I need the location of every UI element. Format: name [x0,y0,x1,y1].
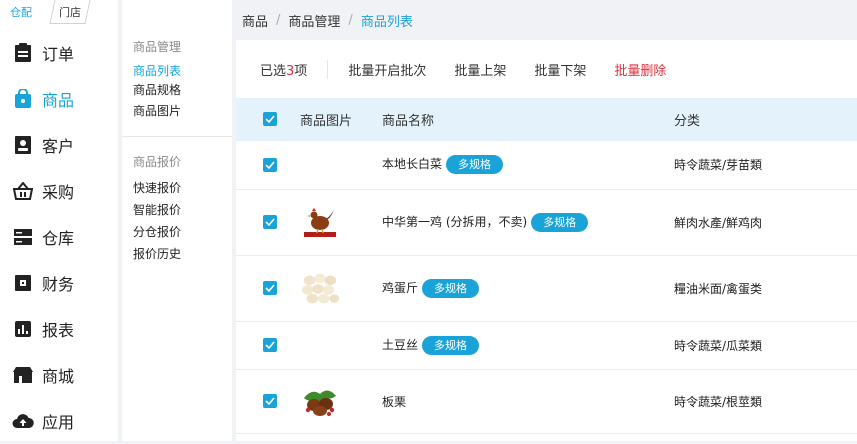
product-category: 鮮肉水產/鮮鸡肉 [674,189,857,256]
product-name[interactable]: 鸡蛋斤 [382,281,418,295]
batch-enable-batch-button[interactable]: 批量开启批次 [348,60,426,79]
selected-count: 已选3项 [260,59,329,79]
subnav-group-title: 商品报价 [133,155,182,169]
subnav-item-quick-quote[interactable]: 快速报价 [122,177,232,199]
subnav-item-product-image[interactable]: 商品图片 [122,100,232,122]
multi-spec-badge[interactable]: 多规格 [422,335,480,355]
subnav-item-smart-quote[interactable]: 智能报价 [122,199,232,221]
batch-unlist-button[interactable]: 批量下架 [534,60,586,79]
breadcrumb-product-management[interactable]: 商品管理 [288,11,340,30]
wallet-icon [12,272,34,294]
nav-reports-label: 报表 [42,321,75,340]
main-sidebar: 仓配 门店 订单 商品 客户 采购 仓库 财务 报表 商城 应用 [0,0,118,441]
nav-finance[interactable]: 财务 [0,260,118,306]
subnav-item-warehouse-quote[interactable]: 分仓报价 [122,221,232,243]
nav-mall-label: 商城 [42,367,75,386]
chestnut-image [300,381,340,421]
product-name[interactable]: 本地长白菜 [382,157,442,171]
subnav-group-title: 商品管理 [133,40,182,54]
content-panel: 已选3项 批量开启批次 批量上架 批量下架 批量删除 商品图片 商品名称 分类 [236,40,857,441]
table-row[interactable]: 本地长白菜 多规格 時令蔬菜/芽苗類 [236,141,857,190]
nav-apps[interactable]: 应用 [0,398,118,444]
product-table: 商品图片 商品名称 分类 本地长白菜 多规格 時令蔬菜/芽苗類 中华第一鸡 (分… [236,98,857,434]
server-icon [12,226,34,248]
nav-warehouse[interactable]: 仓库 [0,214,118,260]
multi-spec-badge[interactable]: 多规格 [446,155,504,175]
nav-warehouse-label: 仓库 [42,229,75,248]
sub-sidebar: 商品管理 商品列表 商品规格 商品图片 商品报价 快速报价 智能报价 分仓报价 … [122,0,232,441]
nav-orders[interactable]: 订单 [0,30,118,76]
subnav-item-product-spec[interactable]: 商品规格 [122,79,232,101]
nav-purchase-label: 采购 [42,183,75,202]
selected-prefix: 已选 [260,63,287,79]
nav-apps-label: 应用 [42,413,75,432]
product-name[interactable]: 板栗 [382,395,406,409]
nav-customers[interactable]: 客户 [0,122,118,168]
multi-spec-badge[interactable]: 多规格 [531,212,589,232]
header-image: 商品图片 [300,114,353,129]
subnav-item-quote-history[interactable]: 报价历史 [122,243,232,265]
product-category: 時令蔬菜/瓜菜類 [674,321,857,370]
nav-customers-label: 客户 [42,137,75,156]
header-category: 分类 [674,114,701,129]
multi-spec-badge[interactable]: 多规格 [422,278,480,298]
product-name[interactable]: 土豆丝 [382,338,418,352]
product-category: 糧油米面/禽蛋类 [674,255,857,322]
batch-delete-button[interactable]: 批量删除 [614,60,666,79]
select-all-checkbox[interactable] [263,112,277,126]
row-checkbox[interactable] [263,394,277,408]
nav-reports[interactable]: 报表 [0,306,118,352]
breadcrumb-current: 商品列表 [360,14,413,30]
tab-warehouse[interactable]: 仓配 [4,0,38,23]
row-checkbox[interactable] [263,338,277,352]
table-header-row: 商品图片 商品名称 分类 [236,98,857,141]
bar-chart-icon [12,318,34,340]
nav-mall[interactable]: 商城 [0,352,118,398]
header-name: 商品名称 [382,114,435,129]
batch-list-button[interactable]: 批量上架 [454,60,506,79]
breadcrumb-products[interactable]: 商品 [242,11,268,30]
main-area: 商品 / 商品管理 / 商品列表 已选3项 批量开启批次 批量上架 批量下架 批… [236,0,857,441]
breadcrumb: 商品 / 商品管理 / 商品列表 [236,0,857,40]
row-checkbox[interactable] [263,281,277,295]
table-row[interactable]: 土豆丝 多规格 時令蔬菜/瓜菜類 [236,321,857,370]
row-checkbox[interactable] [263,157,277,172]
nav-finance-label: 财务 [42,275,75,294]
product-category: 時令蔬菜/根莖類 [674,369,857,434]
nav-products[interactable]: 商品 [0,76,118,122]
subnav-divider [122,136,232,137]
basket-icon [12,180,34,202]
top-tabs: 仓配 门店 [0,0,118,30]
clipboard-icon [12,42,34,64]
tab-store[interactable]: 门店 [49,0,91,24]
eggs-image [300,268,340,308]
table-row[interactable]: 板栗 時令蔬菜/根莖類 [236,369,857,434]
contact-card-icon [12,134,34,156]
product-name[interactable]: 中华第一鸡 (分拆用，不卖) [382,215,527,229]
product-image-empty [300,141,382,190]
batch-toolbar: 已选3项 批量开启批次 批量上架 批量下架 批量删除 [236,40,857,98]
product-image-empty [300,321,382,370]
rooster-image [300,202,340,242]
nav-orders-label: 订单 [42,45,75,64]
store-icon [12,364,34,386]
breadcrumb-separator: / [276,12,281,28]
shopping-bag-icon [12,88,34,110]
selected-suffix: 项 [294,63,308,79]
row-checkbox[interactable] [263,215,277,229]
breadcrumb-separator: / [348,12,353,28]
nav-products-label: 商品 [42,91,75,110]
table-row[interactable]: 中华第一鸡 (分拆用，不卖) 多规格 鮮肉水產/鮮鸡肉 [236,189,857,256]
nav-purchase[interactable]: 采购 [0,168,118,214]
cloud-icon [12,410,34,432]
tab-store-label: 门店 [59,6,81,19]
table-row[interactable]: 鸡蛋斤 多规格 糧油米面/禽蛋类 [236,255,857,322]
product-category: 時令蔬菜/芽苗類 [674,141,857,190]
